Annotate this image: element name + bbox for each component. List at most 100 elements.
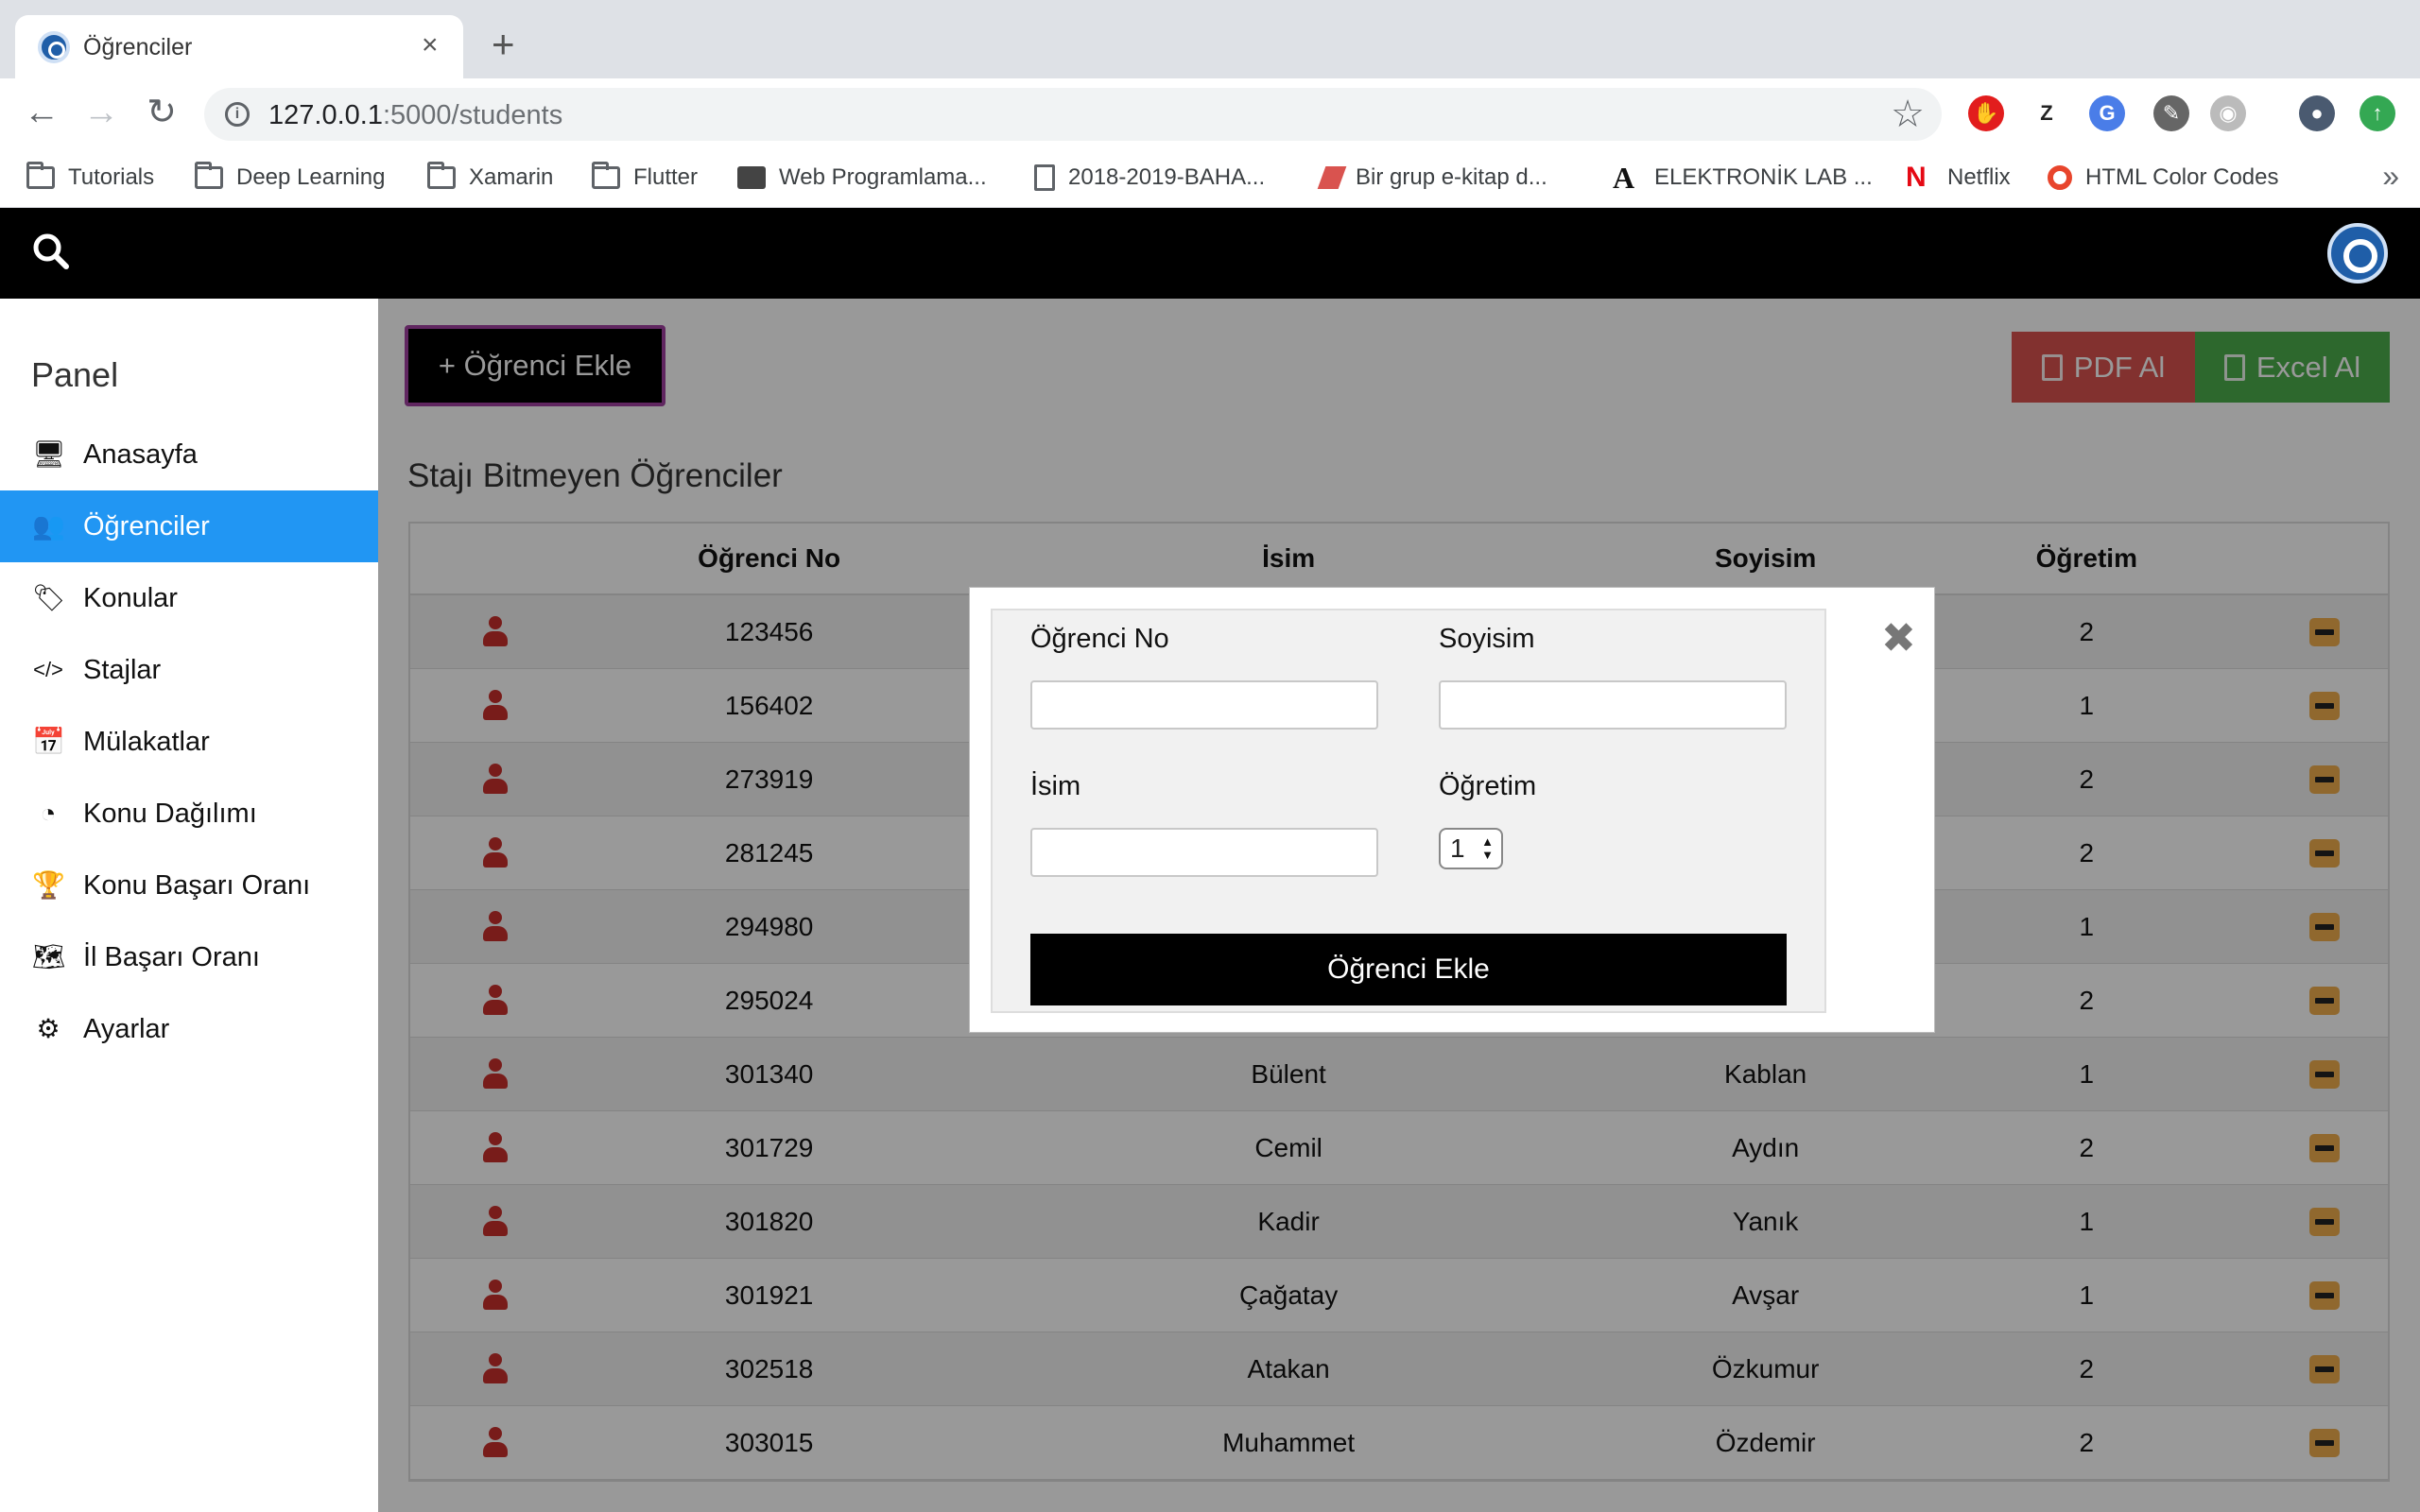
sidebar-item[interactable]: 👥 Öğrenciler [0, 490, 378, 562]
code-icon: </> [33, 658, 63, 681]
camera-icon[interactable]: ◉ [2210, 95, 2246, 131]
trophy-icon: 🏆 [32, 870, 65, 900]
calendar-icon: 📅 [32, 727, 65, 756]
surname-label: Soyisim [1439, 624, 1535, 654]
forward-arrow-icon[interactable]: → [78, 90, 124, 135]
gear-icon: ⚙ [36, 1014, 60, 1043]
tab-close-icon[interactable]: × [422, 28, 439, 62]
sidebar-item[interactable]: ◔ Konu Dağılımı [0, 778, 378, 850]
bookmark-label: Deep Learning [236, 164, 386, 190]
site-info-icon[interactable]: i [225, 102, 250, 127]
sidebar-item[interactable]: ⚙ Ayarlar [0, 993, 378, 1065]
browser-tabstrip: Öğrenciler × + [0, 0, 2420, 78]
bookmark-item[interactable]: HTML Color Codes [2048, 161, 2279, 195]
eyedropper-icon[interactable]: ✎ [2153, 95, 2189, 131]
browser-toolbar: ← → ↻ i 127.0.0.1:5000/students ☆ ✋ Z G ✎ ◉ ●… [0, 78, 2420, 147]
update-icon[interactable]: ↑ [2360, 95, 2395, 131]
reload-icon[interactable]: ↻ [139, 90, 184, 135]
folder-icon [195, 162, 223, 189]
sidebar-item-label: Stajlar [83, 654, 162, 685]
name-input[interactable] [1030, 828, 1378, 877]
ogretim-value: 1 [1450, 833, 1465, 863]
bookmark-item[interactable]: Deep Learning [195, 161, 385, 195]
university-logo-icon [2327, 223, 2388, 284]
new-tab-button[interactable]: + [492, 25, 515, 64]
ogretim-label: Öğretim [1439, 771, 1537, 801]
url-host: 127.0.0.1 [268, 100, 383, 130]
bookmark-star-icon[interactable]: ☆ [1891, 94, 1925, 135]
add-student-modal: Öğrenci No Soyisim İsim Öğretim 1 ▲ ▼ Öğr… [969, 587, 1935, 1033]
color-wheel-icon [2048, 165, 2072, 190]
bookmark-item[interactable]: Web Programlama... [737, 161, 987, 195]
sidebar-title: Panel [31, 355, 119, 394]
document-icon [1034, 164, 1055, 191]
close-icon[interactable]: ✖ [1881, 618, 1916, 660]
site-icon [737, 166, 766, 189]
sidebar-item[interactable]: 🖥 Anasayfa [0, 419, 378, 490]
bookmark-label: HTML Color Codes [2085, 164, 2279, 190]
search-icon[interactable] [28, 229, 74, 274]
bookmark-label: Bir grup e-kitap d... [1356, 164, 1547, 190]
student-no-input[interactable] [1030, 680, 1378, 730]
student-no-label: Öğrenci No [1030, 624, 1169, 654]
letter-a-icon: A [1613, 161, 1635, 195]
bookmark-item[interactable]: N Netflix [1906, 161, 2011, 195]
bookmark-item[interactable]: 2018-2019-BAHA... [1034, 161, 1265, 195]
name-label: İsim [1030, 771, 1081, 801]
tags-icon: 🏷 [32, 583, 66, 612]
sidebar: Panel 🖥 Anasayfa 👥 Öğrenciler 🏷 Konular </> Sta… [0, 299, 378, 1512]
folder-icon [592, 162, 620, 189]
sidebar-item-label: Konu Başarı Oranı [83, 869, 311, 901]
sidebar-item-label: Konular [83, 582, 178, 613]
browser-tab[interactable]: Öğrenciler × [15, 15, 463, 78]
bookmark-label: Web Programlama... [779, 164, 987, 190]
bookmark-item[interactable]: Flutter [592, 161, 698, 195]
ogretim-number-input[interactable]: 1 ▲ ▼ [1439, 828, 1503, 869]
folder-icon [427, 162, 456, 189]
url-text[interactable]: 127.0.0.1:5000/students [268, 100, 562, 131]
bookmark-label: Tutorials [68, 164, 155, 190]
bookmark-label: Xamarin [469, 164, 554, 190]
bookmark-label: ELEKTRONİK LAB ... [1654, 164, 1873, 190]
bookmark-item[interactable]: A ELEKTRONİK LAB ... [1613, 161, 1873, 195]
back-arrow-icon[interactable]: ← [19, 90, 64, 135]
sidebar-item[interactable]: </> Stajlar [0, 634, 378, 706]
spinner-arrows-icon[interactable]: ▲ ▼ [1481, 835, 1494, 862]
surname-input[interactable] [1439, 680, 1787, 730]
bookmark-item[interactable]: Bir grup e-kitap d... [1317, 161, 1547, 195]
sidebar-item-label: İl Başarı Oranı [83, 941, 260, 972]
folder-icon [26, 162, 55, 189]
university-logo-icon [38, 31, 70, 63]
netflix-icon: N [1906, 162, 1927, 193]
zotero-icon[interactable]: Z [2029, 95, 2065, 131]
users-icon: 👥 [32, 511, 65, 541]
sidebar-item-label: Konu Dağılımı [83, 798, 257, 829]
address-bar[interactable]: i 127.0.0.1:5000/students ☆ [204, 88, 1942, 141]
bookmarks-overflow-icon[interactable]: » [2382, 159, 2399, 194]
sidebar-item[interactable]: 🏆 Konu Başarı Oranı [0, 850, 378, 921]
app-header [0, 208, 2420, 299]
adblock-icon[interactable]: ✋ [1968, 95, 2004, 131]
translate-icon[interactable]: G [2089, 95, 2125, 131]
sidebar-item-label: Mülakatlar [83, 726, 210, 757]
desktop-icon: 🖥 [32, 439, 66, 469]
sidebar-item[interactable]: 📅 Mülakatlar [0, 706, 378, 778]
submit-add-student-button[interactable]: Öğrenci Ekle [1030, 934, 1787, 1005]
profile-avatar-icon[interactable]: ● [2299, 95, 2335, 131]
pie-chart-icon: ◔ [40, 799, 57, 828]
add-student-form: Öğrenci No Soyisim İsim Öğretim 1 ▲ ▼ Öğr… [991, 609, 1826, 1013]
sidebar-item-label: Anasayfa [83, 438, 198, 470]
bookmark-item[interactable]: Xamarin [427, 161, 553, 195]
url-path: :5000/students [382, 100, 563, 130]
bookmark-label: Flutter [633, 164, 699, 190]
sidebar-item-label: Öğrenciler [83, 510, 210, 541]
sidebar-item-label: Ayarlar [83, 1013, 170, 1044]
bookmark-label: Netflix [1947, 164, 2011, 190]
sidebar-item[interactable]: 🏷 Konular [0, 562, 378, 634]
bookmark-label: 2018-2019-BAHA... [1068, 164, 1266, 190]
bookmark-item[interactable]: Tutorials [26, 161, 154, 195]
map-icon: 🗺 [32, 942, 66, 971]
book-icon [1317, 166, 1347, 189]
sidebar-item[interactable]: 🗺 İl Başarı Oranı [0, 921, 378, 993]
bookmarks-bar: Tutorials Deep Learning Xamarin Flutter Web … [0, 147, 2420, 208]
